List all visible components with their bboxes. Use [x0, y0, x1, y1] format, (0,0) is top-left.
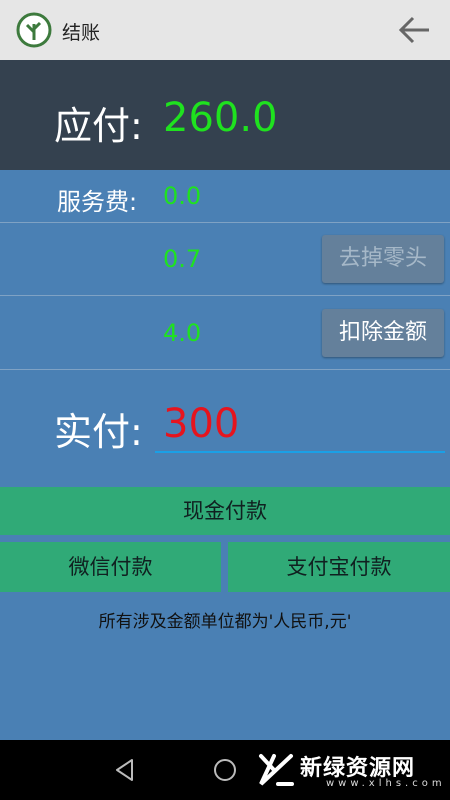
- alipay-payment-button[interactable]: 支付宝付款: [228, 542, 450, 592]
- nav-back-icon[interactable]: [111, 756, 139, 784]
- nav-home-icon[interactable]: [211, 756, 239, 784]
- currency-note: 所有涉及金额单位都为'人民币,元': [98, 612, 352, 632]
- back-arrow-icon[interactable]: [398, 14, 432, 46]
- deduction-value: 4.0: [163, 319, 202, 347]
- watermark-subtext: www.xlhs.com: [326, 778, 446, 789]
- amount-due-panel: 应付: 260.0: [0, 60, 450, 170]
- app-logo-icon: [16, 12, 52, 48]
- service-fee-value: 0.0: [163, 182, 202, 210]
- watermark-logo-icon: [259, 754, 294, 786]
- amount-due-label: 应付:: [54, 104, 143, 148]
- system-nav-bar: 新绿资源网 www.xlhs.com: [0, 740, 450, 800]
- page-title: 结账: [62, 22, 101, 44]
- amount-paid-input[interactable]: 300: [155, 397, 445, 453]
- cash-payment-button[interactable]: 现金付款: [0, 487, 450, 535]
- rounding-value: 0.7: [163, 245, 202, 273]
- divider: [0, 295, 450, 296]
- remove-fraction-button[interactable]: 去掉零头: [322, 235, 444, 283]
- divider: [0, 369, 450, 370]
- amount-paid-value: 300: [163, 401, 240, 447]
- deduct-amount-button[interactable]: 扣除金额: [322, 309, 444, 357]
- wechat-payment-button[interactable]: 微信付款: [0, 542, 221, 592]
- service-fee-label: 服务费:: [57, 188, 138, 216]
- divider: [0, 222, 450, 223]
- amount-due-value: 260.0: [163, 95, 278, 141]
- amount-paid-label: 实付:: [54, 410, 143, 454]
- title-bar: 结账: [0, 0, 450, 60]
